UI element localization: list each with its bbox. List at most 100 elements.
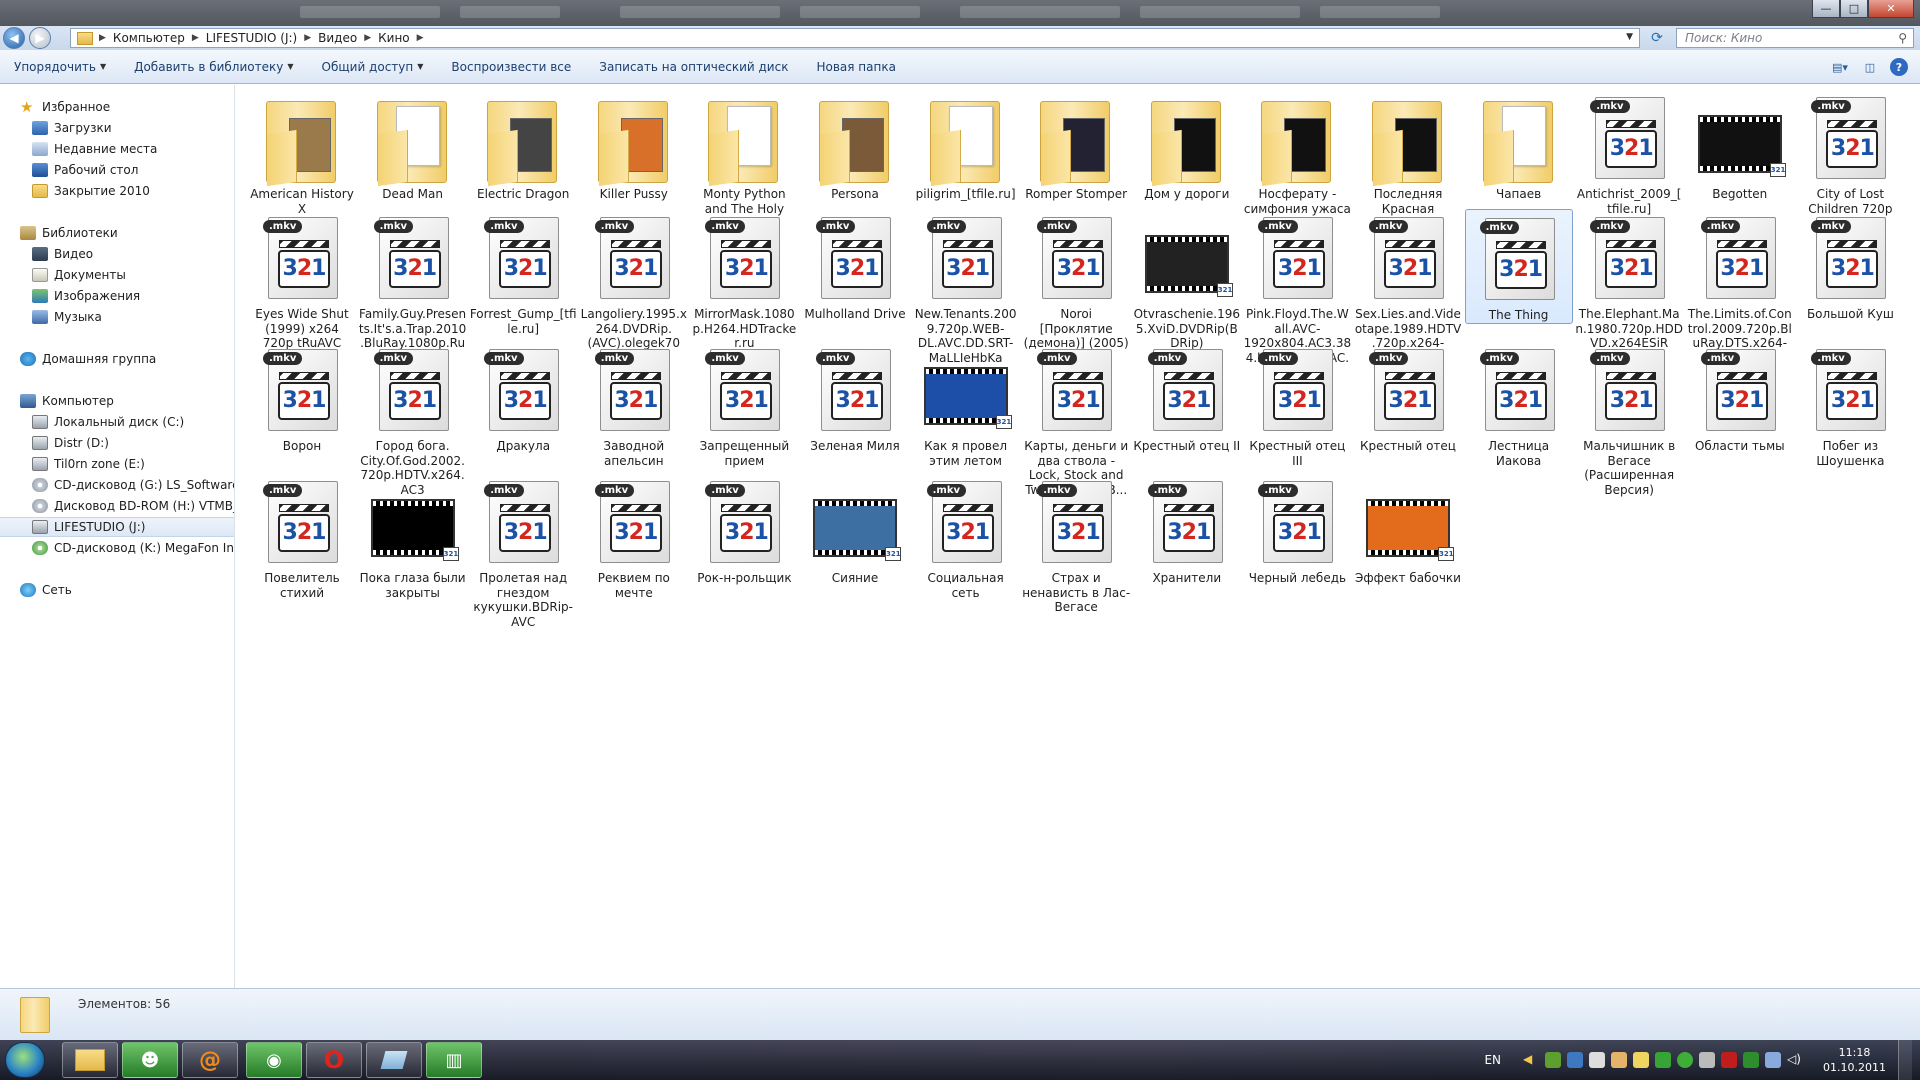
file-item[interactable]: .mkv 321 Крестный отец III <box>1243 341 1351 468</box>
file-item[interactable]: Romper Stomper <box>1022 89 1130 202</box>
new-folder-button[interactable]: Новая папка <box>802 50 909 84</box>
file-item[interactable]: .mkv 321 Noroi [Проклятие (демона)] (2005) <box>1022 209 1130 351</box>
file-item[interactable]: .mkv 321 Побег из Шоушенка <box>1796 341 1904 468</box>
file-item[interactable]: .mkv 321 Хранители <box>1133 473 1241 586</box>
utorrent-icon[interactable] <box>1677 1052 1694 1068</box>
file-item[interactable]: .mkv 321 Forrest_Gump_[tfile.ru] <box>469 209 577 336</box>
forward-button[interactable]: ▶ <box>29 27 51 49</box>
network-tray-icon[interactable] <box>1765 1052 1782 1068</box>
minimize-button[interactable]: — <box>1812 0 1840 18</box>
nav-desktop[interactable]: Рабочий стол <box>32 160 234 180</box>
nav-favorites[interactable]: ★ Избранное <box>20 97 234 117</box>
file-item[interactable]: .mkv 321 Области тьмы <box>1686 341 1794 454</box>
nav-closing-2010[interactable]: Закрытие 2010 <box>32 181 234 201</box>
close-button[interactable]: ✕ <box>1868 0 1914 18</box>
language-indicator[interactable]: EN <box>1484 1053 1501 1067</box>
nav-drive-j[interactable]: LIFESTUDIO (J:) <box>0 517 234 537</box>
monitor-icon[interactable] <box>1589 1052 1606 1068</box>
file-item[interactable]: .mkv 321 Langoliery.1995.x264.DVDRip.(AVC)… <box>580 209 688 351</box>
file-item[interactable]: .mkv 321 Запрещенный прием <box>690 341 798 468</box>
nav-homegroup[interactable]: Домашняя группа <box>20 349 234 369</box>
nav-video[interactable]: Видео <box>32 244 234 264</box>
file-item[interactable]: 321 Пока глаза были закрыты <box>359 473 467 600</box>
breadcrumb-computer[interactable]: Компьютер <box>106 31 192 45</box>
nav-drive-k[interactable]: CD-дисковод (K:) MegaFon Interne <box>32 538 234 558</box>
nav-music[interactable]: Музыка <box>32 307 234 327</box>
file-item[interactable]: .mkv 321 Большой Куш <box>1796 209 1904 322</box>
file-item[interactable]: .mkv 321 Зеленая Миля <box>801 341 909 454</box>
nav-drive-g[interactable]: CD-дисковод (G:) LS_Software <box>32 475 234 495</box>
file-item[interactable]: Дом у дороги <box>1133 89 1241 202</box>
nav-downloads[interactable]: Загрузки <box>32 118 234 138</box>
nav-drive-h[interactable]: Дисковод BD-ROM (H:) VTMB_1 <box>32 496 234 516</box>
burn-button[interactable]: Записать на оптический диск <box>585 50 802 84</box>
maximize-button[interactable]: □ <box>1840 0 1868 18</box>
security-icon[interactable] <box>1743 1052 1760 1068</box>
file-item[interactable]: .mkv 321 Лестница Иакова <box>1465 341 1573 468</box>
taskbar-notepad[interactable] <box>366 1042 422 1078</box>
file-item[interactable]: Persona <box>801 89 909 202</box>
hand-icon[interactable] <box>1611 1052 1628 1068</box>
show-desktop-button[interactable] <box>1898 1040 1912 1080</box>
file-item[interactable]: Чапаев <box>1465 89 1573 202</box>
file-item[interactable]: .mkv 321 The Thing <box>1464 209 1573 324</box>
nav-drive-e[interactable]: Til0rn zone (E:) <box>32 454 234 474</box>
taskbar-app-green[interactable]: ▥ <box>426 1042 482 1078</box>
file-item[interactable]: .mkv 321 Крестный отец <box>1354 341 1462 454</box>
file-item[interactable]: 321 Эффект бабочки <box>1354 473 1462 586</box>
file-item[interactable]: Dead Man <box>359 89 467 202</box>
file-item[interactable]: .mkv 321 Реквием по мечте <box>580 473 688 600</box>
back-button[interactable]: ◀ <box>3 27 25 49</box>
file-item[interactable]: .mkv 321 Страх и ненависть в Лас-Вегасе <box>1022 473 1130 615</box>
nav-network[interactable]: Сеть <box>20 580 234 600</box>
file-item[interactable]: .mkv 321 Социальная сеть <box>912 473 1020 600</box>
file-item[interactable]: .mkv 321 Дракула <box>469 341 577 454</box>
address-bar[interactable]: ▶ Компьютер ▶ LIFESTUDIO (J:) ▶ Видео ▶ … <box>70 28 1640 48</box>
help-icon[interactable]: ? <box>1890 58 1908 76</box>
address-dropdown-icon[interactable]: ▼ <box>1626 32 1633 42</box>
file-item[interactable]: .mkv 321 MirrorMask.1080p.H264.HDTracker.r… <box>690 209 798 351</box>
start-button[interactable] <box>5 1042 45 1078</box>
organize-button[interactable]: Упорядочить ▼ <box>0 50 120 84</box>
nav-documents[interactable]: Документы <box>32 265 234 285</box>
file-item[interactable]: 321 Otvraschenie.1965.XviD.DVDRip(BDRip) <box>1133 209 1241 351</box>
file-item[interactable]: 321 Как я провел этим летом <box>912 341 1020 468</box>
taskbar-mail-agent[interactable]: @ <box>182 1042 238 1078</box>
file-item[interactable]: .mkv 321 Рок-н-рольщик <box>690 473 798 586</box>
file-item[interactable]: 321 Сияние <box>801 473 909 586</box>
tools-icon[interactable] <box>1699 1052 1716 1068</box>
view-options-icon[interactable]: ▤▾ <box>1830 58 1850 76</box>
file-item[interactable]: .mkv 321 Мальчишник в Вегасе (Расширенная … <box>1575 341 1683 497</box>
nav-computer[interactable]: Компьютер <box>20 391 234 411</box>
breadcrumb-kino[interactable]: Кино <box>371 31 417 45</box>
taskbar-explorer[interactable] <box>62 1042 118 1078</box>
clock[interactable]: 11:18 01.10.2011 <box>1823 1045 1886 1075</box>
file-item[interactable]: .mkv 321 Antichrist_2009_[tfile.ru] <box>1575 89 1683 216</box>
breadcrumb-video[interactable]: Видео <box>311 31 364 45</box>
nav-drive-c[interactable]: Локальный диск (C:) <box>32 412 234 432</box>
volume-icon[interactable]: ◁) <box>1787 1052 1803 1068</box>
file-item[interactable]: .mkv 321 Черный лебедь <box>1243 473 1351 586</box>
file-item[interactable]: Killer Pussy <box>580 89 688 202</box>
share-button[interactable]: Общий доступ ▼ <box>308 50 438 84</box>
file-item[interactable]: .mkv 321 Ворон <box>248 341 356 454</box>
file-item[interactable]: American History X <box>248 89 356 216</box>
file-item[interactable]: 321 Begotten <box>1686 89 1794 202</box>
nav-images[interactable]: Изображения <box>32 286 234 306</box>
refresh-icon[interactable]: ⟳ <box>1646 28 1668 48</box>
file-item[interactable]: .mkv 321 Повелитель стихий <box>248 473 356 600</box>
flag-icon[interactable] <box>1633 1052 1650 1068</box>
file-item[interactable]: Носферату - симфония ужаса <box>1243 89 1351 216</box>
file-item[interactable]: piligrim_[tfile.ru] <box>912 89 1020 202</box>
file-item[interactable]: .mkv 321 Заводной апельсин <box>580 341 688 468</box>
search-input[interactable]: Поиск: Кино ⚲ <box>1676 28 1914 48</box>
nav-recent[interactable]: Недавние места <box>32 139 234 159</box>
play-all-button[interactable]: Воспроизвести все <box>437 50 585 84</box>
file-item[interactable]: .mkv 321 Mulholland Drive <box>801 209 909 322</box>
file-item[interactable]: .mkv 321 Eyes Wide Shut (1999) x264 720p t… <box>248 209 356 351</box>
nav-libraries[interactable]: Библиотеки <box>20 223 234 243</box>
taskbar-radio-app[interactable]: ◉ <box>246 1042 302 1078</box>
nvidia-icon[interactable] <box>1545 1052 1562 1068</box>
file-item[interactable]: .mkv 321 Крестный отец II <box>1133 341 1241 454</box>
en-keyboard-icon[interactable] <box>1721 1052 1738 1068</box>
